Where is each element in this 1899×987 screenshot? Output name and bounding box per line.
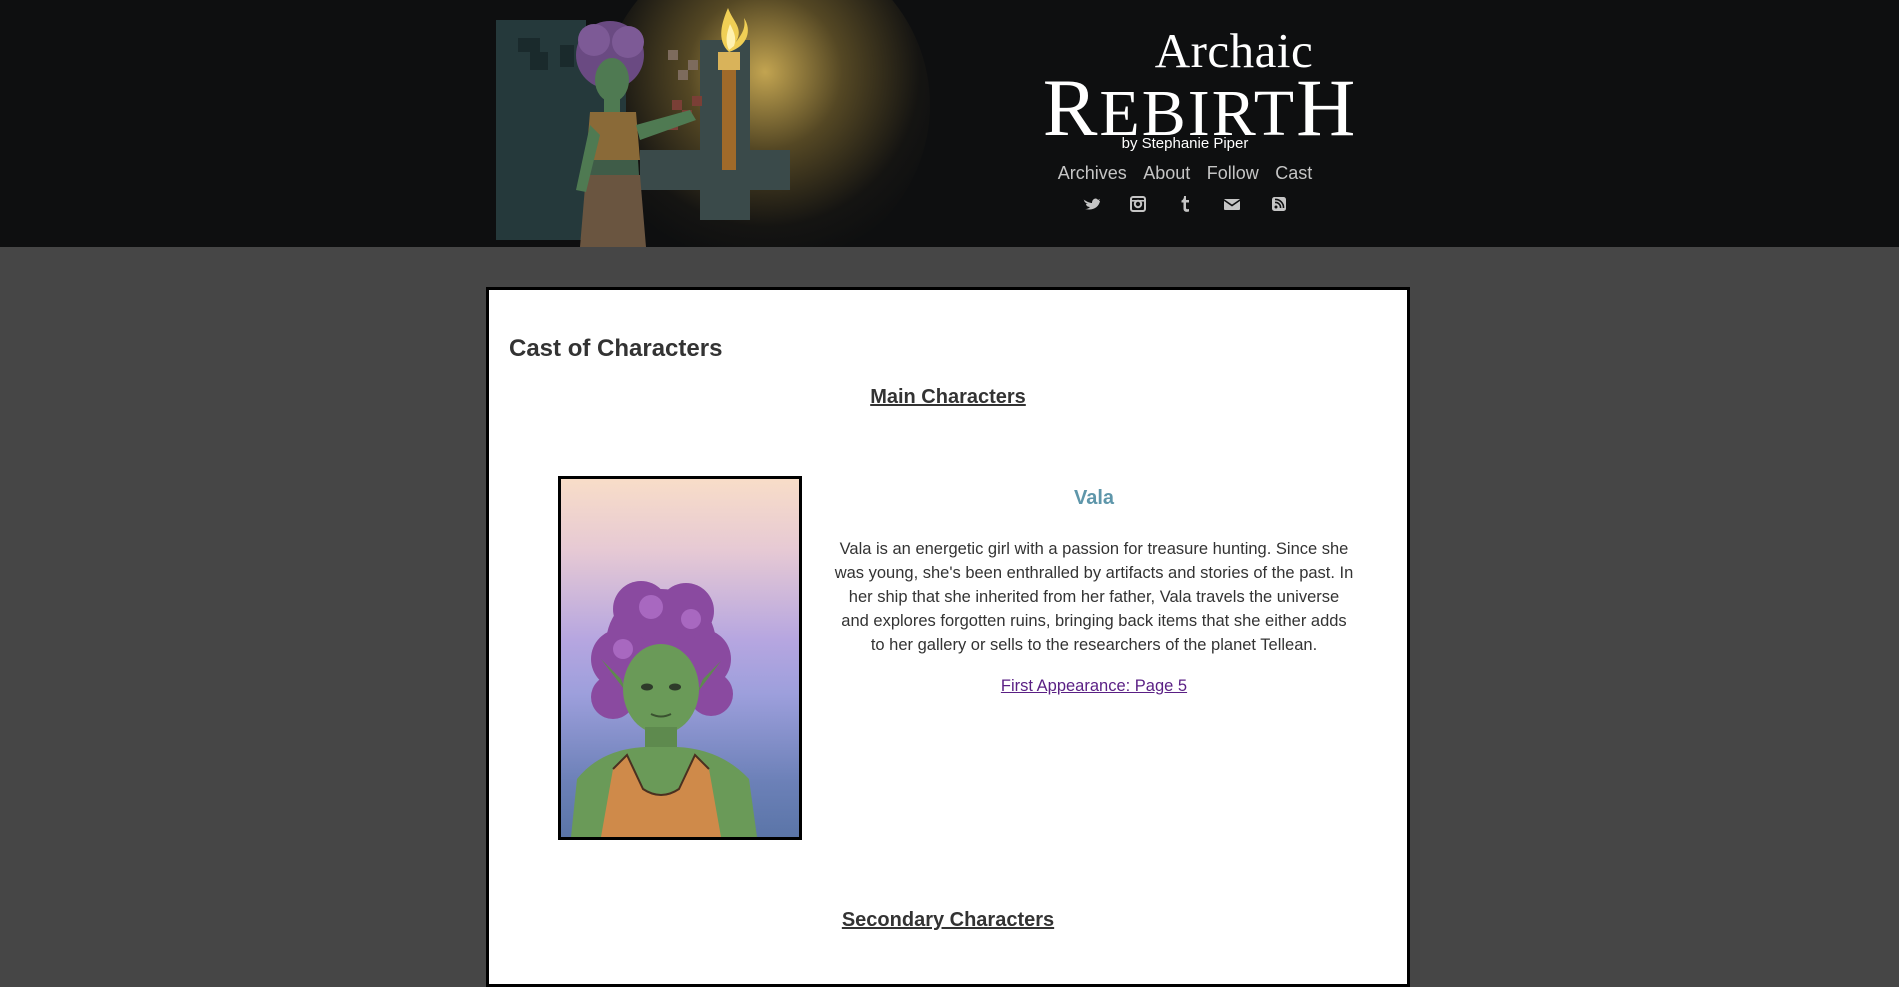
first-appearance-link[interactable]: First Appearance: Page 5: [1001, 677, 1187, 696]
character-description: Vala is an energetic girl with a passion…: [834, 540, 1354, 654]
site-logo[interactable]: Archaic REBIRTH: [1030, 26, 1370, 150]
tumblr-icon[interactable]: [1173, 193, 1197, 215]
character-portrait: [558, 476, 802, 840]
nav-follow[interactable]: Follow: [1207, 163, 1259, 183]
nav-about[interactable]: About: [1143, 163, 1190, 183]
secondary-characters-heading: Secondary Characters: [841, 909, 1055, 931]
rss-icon[interactable]: [1267, 193, 1291, 215]
twitter-icon[interactable]: [1079, 193, 1103, 215]
nav-cast[interactable]: Cast: [1275, 163, 1312, 183]
page-title: Cast of Characters: [509, 335, 723, 362]
header-illustration: [496, 8, 790, 247]
nav-archives[interactable]: Archives: [1058, 163, 1127, 183]
email-icon[interactable]: [1220, 193, 1244, 215]
vala-portrait-art: [571, 581, 757, 837]
main-nav: Archives About Follow Cast: [1030, 163, 1340, 184]
social-links: [1060, 193, 1310, 215]
site-header: Archaic REBIRTH by Stephanie Piper Archi…: [0, 0, 1899, 247]
character-info: Vala Vala is an energetic girl with a pa…: [834, 476, 1354, 696]
byline: by Stephanie Piper: [1121, 135, 1249, 152]
main-characters-heading: Main Characters: [870, 386, 1026, 408]
content-card: Cast of Characters Main Characters Vala …: [486, 287, 1410, 987]
instagram-icon[interactable]: [1126, 193, 1150, 215]
character-name: Vala: [1073, 487, 1115, 509]
